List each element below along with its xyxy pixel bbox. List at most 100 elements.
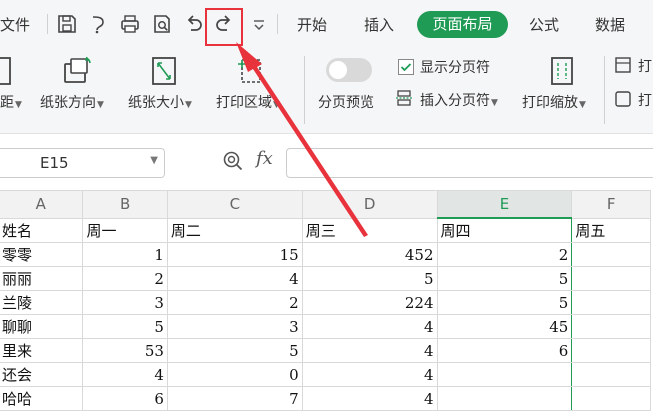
table-cell[interactable]	[571, 386, 651, 411]
table-cell[interactable]: 4	[82, 362, 168, 387]
table-cell[interactable]: 周一	[82, 217, 168, 243]
column-header-c[interactable]: C	[166, 190, 303, 219]
column-header-f[interactable]: F	[571, 190, 651, 219]
table-cell[interactable]: 还会	[0, 362, 84, 387]
page-orientation-button[interactable]: 纸张方向▼	[40, 92, 104, 112]
print-title-label[interactable]: 打	[638, 56, 652, 76]
tab-data[interactable]: 数据	[595, 14, 625, 35]
sheet-table: A B C D E F 姓名 周一 周二 周三 周四 周五 零零 1 15 452 2 丽丽 2 4 5 5 兰…	[0, 190, 651, 411]
table-cell[interactable]: 6	[82, 386, 168, 411]
page-size-icon[interactable]	[148, 54, 180, 86]
column-header-d[interactable]: D	[301, 190, 438, 219]
column-header-e[interactable]: E	[436, 190, 573, 219]
table-cell[interactable]: 4	[301, 362, 438, 387]
margins-icon[interactable]	[0, 54, 16, 86]
table-cell[interactable]: 7	[166, 386, 303, 411]
table-cell[interactable]: 周三	[301, 217, 438, 243]
table-cell[interactable]: 周五	[571, 217, 651, 243]
print-scale-button[interactable]: 打印缩放▼	[522, 92, 586, 112]
table-row: 哈哈 6 7 4	[0, 386, 651, 411]
table-cell[interactable]: 0	[166, 362, 303, 387]
table-cell[interactable]	[571, 338, 651, 363]
fx-icon[interactable]: fx	[256, 148, 273, 169]
table-cell[interactable]	[571, 362, 651, 387]
formula-input[interactable]	[286, 148, 653, 178]
tab-page-layout[interactable]: 页面布局	[417, 11, 508, 38]
table-cell[interactable]	[571, 242, 651, 267]
table-cell[interactable]: 5	[436, 266, 573, 291]
table-cell[interactable]: 周四	[436, 217, 573, 243]
table-row: 姓名 周一 周二 周三 周四 周五	[0, 217, 651, 243]
table-cell[interactable]: 4	[301, 314, 438, 339]
print-preview-icon[interactable]	[150, 12, 174, 36]
print-scale-icon[interactable]	[546, 54, 578, 86]
page-break-preview-label[interactable]: 分页预览	[318, 92, 374, 112]
table-cell[interactable]: 4	[301, 338, 438, 363]
table-cell[interactable]: 零零	[0, 242, 84, 267]
insert-page-break-button[interactable]: 插入分页符▼	[420, 90, 498, 110]
print-area-button[interactable]: 打印区域▼	[216, 92, 280, 112]
table-cell[interactable]	[571, 266, 651, 291]
tab-insert[interactable]: 插入	[364, 14, 394, 35]
annotation-highlight-box	[205, 8, 243, 46]
margins-button[interactable]: 距▼	[0, 92, 22, 112]
more-dropdown-icon[interactable]	[247, 12, 271, 36]
tab-formulas[interactable]: 公式	[529, 14, 559, 35]
table-cell[interactable]: 5	[166, 338, 303, 363]
tab-home[interactable]: 开始	[297, 14, 327, 35]
table-cell[interactable]: 周二	[166, 217, 303, 243]
table-cell[interactable]: 15	[166, 242, 303, 267]
table-cell[interactable]	[571, 290, 651, 315]
formula-bar: E15 ▼ fx	[0, 134, 653, 190]
table-cell[interactable]: 3	[82, 290, 168, 315]
table-cell[interactable]: 53	[82, 338, 168, 363]
table-cell[interactable]: 2	[82, 266, 168, 291]
table-cell[interactable]: 2	[166, 290, 303, 315]
page-orientation-icon[interactable]	[62, 54, 94, 86]
insert-page-break-icon[interactable]	[396, 90, 412, 106]
table-cell[interactable]	[436, 362, 573, 387]
table-cell[interactable]: 丽丽	[0, 266, 84, 291]
table-cell[interactable]	[436, 386, 573, 411]
table-cell[interactable]: 4	[166, 266, 303, 291]
column-header-b[interactable]: B	[82, 190, 168, 219]
zoom-search-icon[interactable]	[222, 150, 244, 172]
table-cell[interactable]: 2	[436, 242, 573, 267]
table-cell[interactable]: 哈哈	[0, 386, 84, 411]
table-cell[interactable]: 姓名	[0, 217, 84, 243]
table-cell[interactable]: 5	[436, 290, 573, 315]
page-break-preview-toggle[interactable]	[326, 58, 372, 82]
show-page-break-label[interactable]: 显示分页符	[420, 57, 490, 77]
print-icon[interactable]	[118, 12, 142, 36]
table-cell[interactable]: 224	[301, 290, 438, 315]
print-gridlines-label[interactable]: 打	[638, 90, 652, 110]
table-cell[interactable]: 聊聊	[0, 314, 84, 339]
page-size-button[interactable]: 纸张大小▼	[128, 92, 192, 112]
table-cell[interactable]: 6	[436, 338, 573, 363]
column-header-a[interactable]: A	[0, 190, 84, 219]
print-area-icon[interactable]	[234, 54, 266, 86]
format-painter-icon[interactable]	[87, 12, 111, 36]
table-cell[interactable]: 1	[82, 242, 168, 267]
table-cell[interactable]: 452	[301, 242, 438, 267]
table-cell[interactable]: 45	[436, 314, 573, 339]
menu-file[interactable]: 文件	[0, 14, 30, 35]
table-cell[interactable]: 4	[301, 386, 438, 411]
table-cell[interactable]: 5	[82, 314, 168, 339]
table-cell[interactable]: 里来	[0, 338, 84, 363]
undo-icon[interactable]	[182, 12, 206, 36]
chevron-down-icon[interactable]: ▼	[150, 155, 158, 166]
table-row: 还会 4 0 4	[0, 362, 651, 387]
table-cell[interactable]: 5	[301, 266, 438, 291]
table-cell[interactable]	[571, 314, 651, 339]
column-header-row: A B C D E F	[0, 190, 651, 219]
show-page-break-checkbox[interactable]	[398, 59, 414, 75]
print-gridlines-icon[interactable]	[614, 90, 632, 108]
save-icon[interactable]	[55, 12, 79, 36]
print-title-icon[interactable]	[614, 56, 632, 74]
table-row: 丽丽 2 4 5 5	[0, 266, 651, 291]
table-cell[interactable]: 3	[166, 314, 303, 339]
table-cell[interactable]: 兰陵	[0, 290, 84, 315]
name-box[interactable]: E15 ▼	[0, 148, 165, 178]
menu-bar: 文件 开始 插入 页面布局 公式 数据	[0, 0, 653, 48]
